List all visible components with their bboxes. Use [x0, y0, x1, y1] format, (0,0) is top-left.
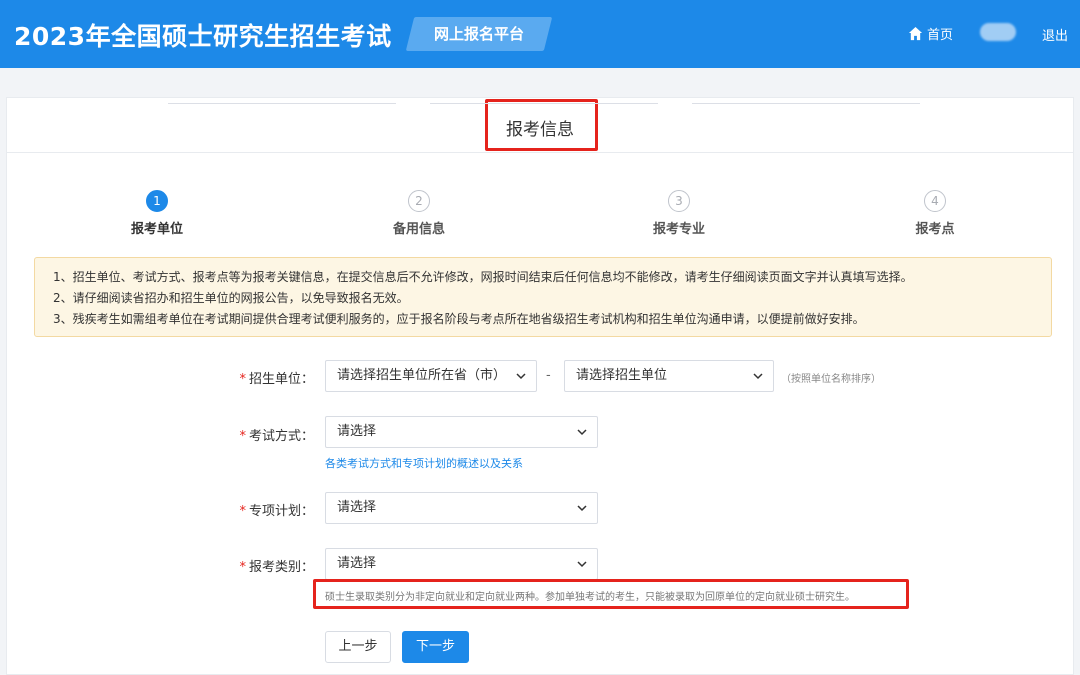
chevron-down-icon — [577, 429, 587, 436]
notice-line: 3、残疾考生如需组考单位在考试期间提供合理考试便利服务的，应于报名阶段与考点所在… — [53, 312, 865, 326]
school-select[interactable]: 请选择招生单位 — [564, 360, 774, 392]
step-label: 报考单位 — [130, 222, 183, 237]
home-icon — [908, 26, 923, 41]
chevron-down-icon — [577, 505, 587, 512]
required-mark: * — [239, 560, 246, 575]
category-select-value: 请选择 — [337, 556, 377, 571]
step-2: 2 备用信息 — [374, 190, 464, 237]
notice-box: 1、招生单位、考试方式、报考点等为报考关键信息，在提交信息后不允许修改，网报时间… — [34, 257, 1052, 337]
unit-label-text: 招生单位： — [248, 372, 314, 387]
top-header: 2023年全国硕士研究生招生考试 网上报名平台 首页 退出 — [0, 0, 1080, 68]
step-3: 3 报考专业 — [634, 190, 724, 237]
exam-mode-label: * 考试方式： — [230, 425, 314, 444]
platform-tag-label: 网上报名平台 — [433, 25, 524, 43]
province-select-value: 请选择招生单位所在省（市） — [337, 368, 507, 383]
special-plan-select-value: 请选择 — [337, 500, 377, 515]
next-step-button[interactable]: 下一步 — [402, 631, 469, 663]
logout-link[interactable]: 退出 — [1042, 25, 1068, 44]
special-plan-label-text: 专项计划： — [248, 504, 314, 519]
step-connector — [692, 103, 920, 104]
unit-label: * 招生单位： — [230, 368, 314, 387]
home-link[interactable]: 首页 — [908, 24, 953, 43]
special-plan-select[interactable]: 请选择 — [325, 492, 598, 524]
required-mark: * — [239, 429, 246, 444]
exam-mode-select-value: 请选择 — [337, 424, 377, 439]
province-select[interactable]: 请选择招生单位所在省（市） — [325, 360, 537, 392]
step-number: 4 — [924, 190, 946, 212]
card-title: 报考信息 — [506, 120, 574, 140]
step-4: 4 报考点 — [890, 190, 980, 237]
step-connector — [430, 103, 658, 104]
special-plan-label: * 专项计划： — [230, 500, 314, 519]
step-label: 备用信息 — [392, 222, 445, 237]
step-connector — [168, 103, 396, 104]
notice-line: 2、请仔细阅读省招办和招生单位的网报公告，以免导致报名无效。 — [53, 291, 409, 305]
platform-tag: 网上报名平台 — [405, 17, 553, 51]
school-select-value: 请选择招生单位 — [576, 368, 668, 383]
chevron-down-icon — [577, 561, 587, 568]
step-number: 1 — [146, 190, 168, 212]
site-title: 2023年全国硕士研究生招生考试 — [14, 22, 392, 51]
step-label: 报考点 — [915, 222, 955, 237]
step-number: 2 — [408, 190, 430, 212]
notice-line: 1、招生单位、考试方式、报考点等为报考关键信息，在提交信息后不允许修改，网报时间… — [53, 270, 913, 284]
category-select[interactable]: 请选择 — [325, 548, 598, 580]
unit-sort-hint: （按照单位名称排序） — [781, 374, 881, 385]
user-avatar[interactable] — [980, 23, 1016, 41]
category-label: * 报考类别： — [230, 556, 314, 575]
category-tip: 硕士生录取类别分为非定向就业和定向就业两种。参加单独考试的考生，只能被录取为回原… — [325, 592, 855, 603]
prev-step-button[interactable]: 上一步 — [325, 631, 391, 663]
step-1: 1 报考单位 — [112, 190, 202, 237]
chevron-down-icon — [753, 373, 763, 380]
step-label: 报考专业 — [652, 222, 705, 237]
step-number: 3 — [668, 190, 690, 212]
unit-separator: - — [546, 368, 551, 383]
exam-mode-info-link[interactable]: 各类考试方式和专项计划的概述以及关系 — [325, 455, 523, 471]
exam-mode-label-text: 考试方式： — [248, 429, 314, 444]
required-mark: * — [239, 504, 246, 519]
required-mark: * — [239, 372, 246, 387]
category-label-text: 报考类别： — [248, 560, 314, 575]
card-header: 报考信息 — [7, 98, 1073, 153]
exam-mode-select[interactable]: 请选择 — [325, 416, 598, 448]
home-link-label: 首页 — [927, 28, 954, 43]
chevron-down-icon — [516, 373, 526, 380]
